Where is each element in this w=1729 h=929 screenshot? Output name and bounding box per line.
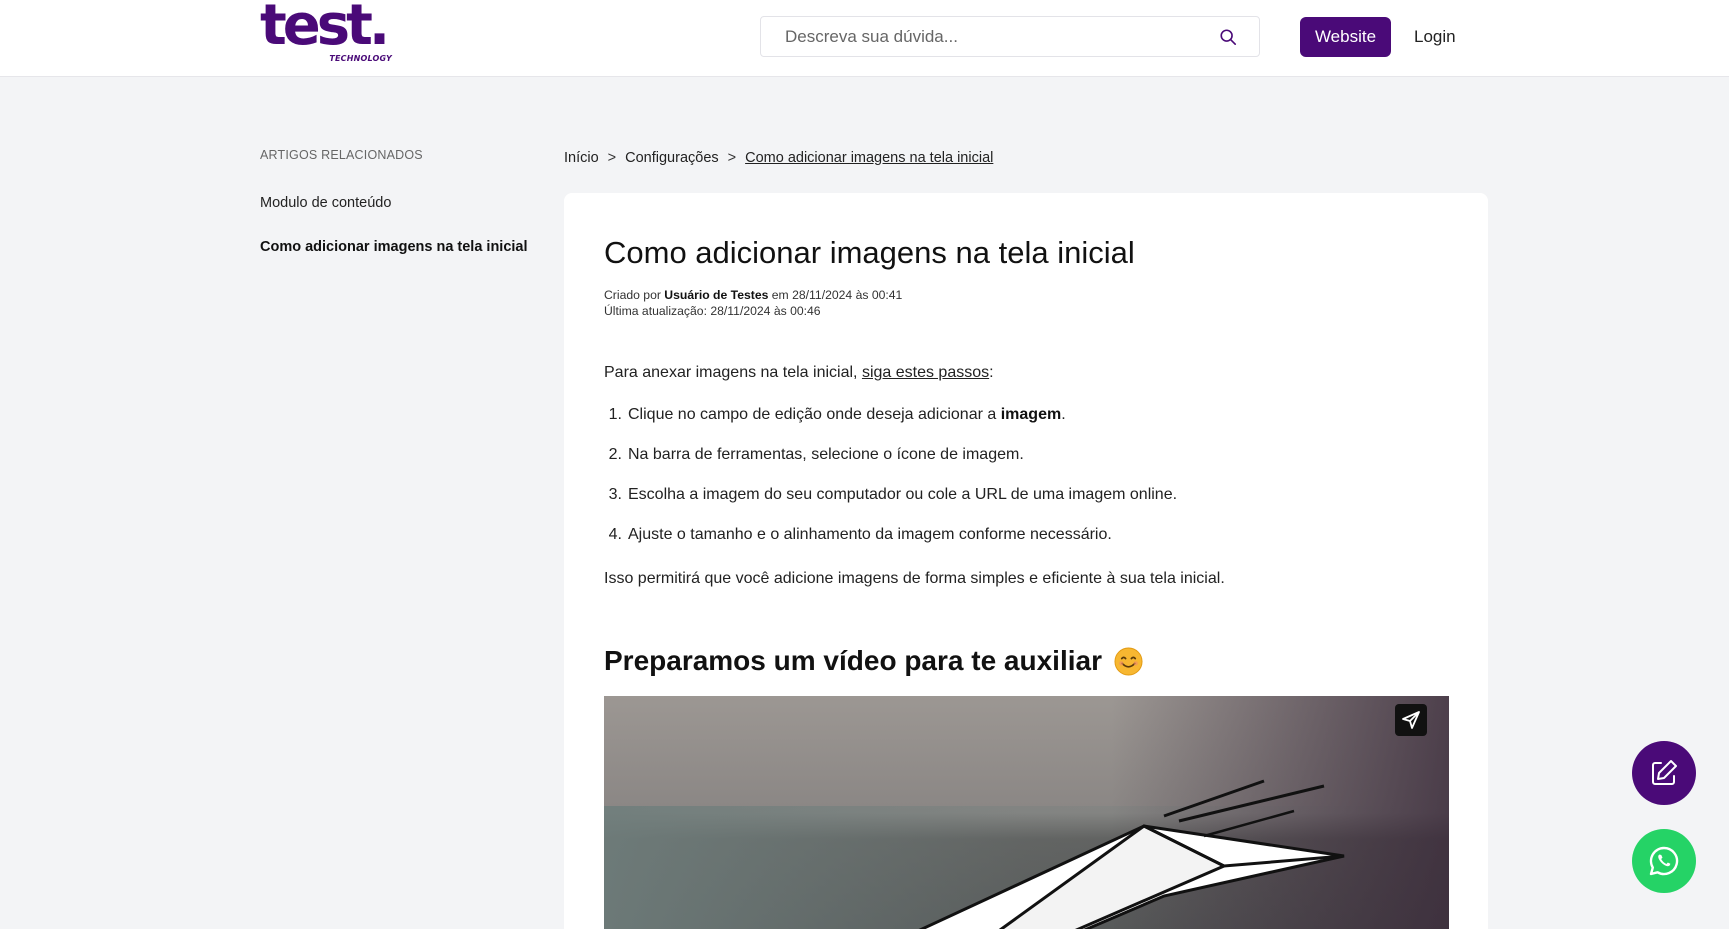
- website-button[interactable]: Website: [1300, 17, 1391, 57]
- step-number: 2.: [608, 446, 622, 463]
- created-date: em 28/11/2024 às 00:41: [771, 288, 903, 302]
- video-heading-text: Preparamos um vídeo para te auxiliar: [604, 645, 1102, 676]
- list-item: 1. Clique no campo de edição onde deseja …: [604, 403, 1444, 443]
- breadcrumb-current[interactable]: Como adicionar imagens na tela inicial: [745, 150, 993, 166]
- updated-line: Última atualização: 28/11/2024 às 00:46: [604, 304, 821, 318]
- share-button[interactable]: [1395, 704, 1427, 736]
- site-header: test. TECHNOLOGY Website Login: [0, 0, 1729, 77]
- breadcrumb-inicio[interactable]: Início: [564, 150, 599, 166]
- step-number: 3.: [608, 486, 622, 503]
- step-text: Clique no campo de edição onde deseja ad…: [628, 406, 997, 423]
- intro-end: :: [989, 364, 994, 381]
- login-link[interactable]: Login: [1414, 17, 1456, 57]
- author-name: Usuário de Testes: [664, 288, 769, 302]
- step-text: Ajuste o tamanho e o alinhamento da imag…: [628, 526, 1112, 543]
- video-thumbnail: [604, 696, 1449, 929]
- article-meta: Criado por Usuário de Testes em 28/11/20…: [604, 287, 902, 319]
- logo-text: test.: [260, 0, 390, 58]
- sidebar-title: ARTIGOS RELACIONADOS: [260, 148, 423, 162]
- list-item: 2. Na barra de ferramentas, selecione o í…: [604, 443, 1444, 483]
- breadcrumb-separator: >: [727, 150, 737, 166]
- video-heading: Preparamos um vídeo para te auxiliar: [604, 645, 1143, 677]
- step-number: 4.: [608, 526, 622, 543]
- related-articles-sidebar: ARTIGOS RELACIONADOS Modulo de conteúdo …: [260, 148, 540, 255]
- whatsapp-icon: [1649, 846, 1679, 876]
- step-text: Escolha a imagem do seu computador ou co…: [628, 486, 1178, 503]
- list-item: 4. Ajuste o tamanho e o alinhamento da im…: [604, 523, 1444, 563]
- search-input[interactable]: [785, 17, 1205, 56]
- search-icon[interactable]: [1219, 28, 1237, 46]
- outro-paragraph: Isso permitirá que você adicione imagens…: [604, 570, 1225, 587]
- step-number: 1.: [608, 406, 622, 423]
- step-end: .: [1061, 406, 1066, 423]
- edit-button[interactable]: [1632, 741, 1696, 805]
- list-item: 3. Escolha a imagem do seu computador ou …: [604, 483, 1444, 523]
- article-card: Como adicionar imagens na tela inicial C…: [564, 193, 1488, 929]
- logo-subtext: TECHNOLOGY: [329, 54, 392, 63]
- intro-link[interactable]: siga estes passos: [862, 364, 989, 381]
- intro-text: Para anexar imagens na tela inicial,: [604, 364, 858, 381]
- breadcrumb-configuracoes[interactable]: Configurações: [625, 150, 719, 166]
- steps-list: 1. Clique no campo de edição onde deseja …: [604, 403, 1444, 563]
- breadcrumb-separator: >: [607, 150, 617, 166]
- breadcrumb: Início > Configurações > Como adicionar …: [564, 150, 993, 166]
- edit-icon: [1652, 760, 1677, 785]
- video-player[interactable]: [604, 696, 1449, 929]
- sidebar-item-modulo-de-conteudo[interactable]: Modulo de conteúdo: [260, 195, 540, 211]
- smiling-face-icon: [1114, 646, 1143, 676]
- intro-paragraph: Para anexar imagens na tela inicial, sig…: [604, 364, 994, 382]
- article-title: Como adicionar imagens na tela inicial: [604, 235, 1135, 270]
- step-text: Na barra de ferramentas, selecione o íco…: [628, 446, 1024, 463]
- search-box: [760, 16, 1260, 57]
- step-bold: imagem: [1000, 406, 1062, 423]
- created-prefix: Criado por: [604, 288, 661, 302]
- sidebar-item-como-adicionar-imagens[interactable]: Como adicionar imagens na tela inicial: [260, 239, 540, 255]
- share-icon: [1402, 711, 1420, 729]
- whatsapp-button[interactable]: [1632, 829, 1696, 893]
- logo[interactable]: test. TECHNOLOGY: [260, 0, 400, 68]
- created-line: Criado por Usuário de Testes em 28/11/20…: [604, 287, 902, 303]
